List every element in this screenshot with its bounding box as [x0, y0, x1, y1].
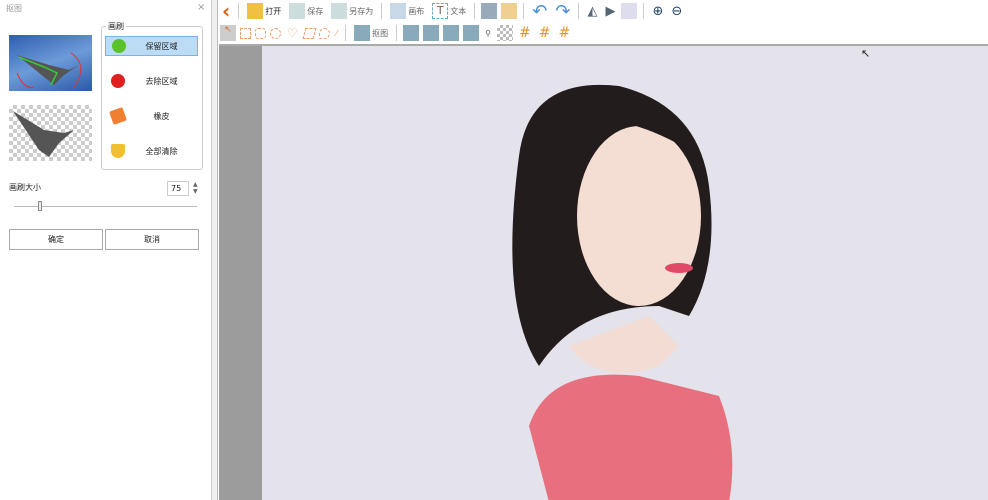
- eraser-tool-icon[interactable]: [621, 3, 638, 19]
- lasso-select-icon[interactable]: [318, 27, 330, 39]
- red-eye-icon[interactable]: ⚲: [483, 29, 493, 38]
- brush-size-label: 画刷大小: [9, 183, 41, 192]
- ellipse-select-icon[interactable]: [270, 27, 281, 39]
- divider: [396, 25, 398, 41]
- divider: [381, 3, 383, 19]
- grid-3-icon[interactable]: #: [556, 25, 572, 41]
- cutout-panel: 抠图 × 画刷 保留区域 去除区域 橡皮 全部清除 画刷大小 75 ▲ ▼ 确定 …: [0, 0, 212, 500]
- divider: [578, 3, 580, 19]
- tool-label: 橡皮: [153, 111, 170, 121]
- save-as-icon: [331, 3, 348, 19]
- tool-label: 保留区域: [145, 41, 178, 51]
- cancel-button[interactable]: 取消: [105, 229, 199, 250]
- keep-area-tool[interactable]: 保留区域: [105, 36, 198, 56]
- open-button[interactable]: 打开: [245, 3, 283, 19]
- save-button[interactable]: 保存: [287, 3, 325, 19]
- red-dot-icon: [111, 74, 125, 88]
- label: 保存: [307, 6, 324, 16]
- panel-title: 抠图: [6, 4, 22, 13]
- result-preview: [9, 105, 92, 161]
- image-tool-2-icon[interactable]: [423, 25, 440, 41]
- divider: [238, 3, 240, 19]
- eraser-tool[interactable]: 橡皮: [105, 106, 198, 126]
- save-as-button[interactable]: 另存为: [329, 3, 375, 19]
- remove-area-tool[interactable]: 去除区域: [105, 71, 198, 91]
- text-icon: T: [432, 3, 449, 19]
- grid-2-icon[interactable]: #: [537, 25, 553, 41]
- broom-icon: [111, 144, 125, 158]
- divider: [523, 3, 525, 19]
- brush-size-spinner[interactable]: ▲ ▼: [193, 181, 198, 195]
- image-tool-3-icon[interactable]: [443, 25, 460, 41]
- main-toolbar: ‹ 打开 保存 另存为 画布 T 文本 ↶ ↷ ◭ ▶ ⊕ ⊖: [220, 0, 684, 23]
- label: 画布: [408, 6, 425, 16]
- green-dot-icon: [112, 39, 126, 53]
- cutout-icon: [354, 25, 371, 41]
- label: 打开: [265, 6, 282, 16]
- close-icon[interactable]: ×: [197, 2, 205, 13]
- tool-label: 去除区域: [145, 76, 178, 86]
- canvas-icon: [390, 3, 407, 19]
- label: 文本: [450, 6, 467, 16]
- zoom-in-icon[interactable]: ⊕: [650, 4, 665, 19]
- save-icon: [289, 3, 306, 19]
- selection-toolbar: ↖ ♡ ⁄ 抠图 ⚲ # # #: [220, 22, 572, 44]
- canvas-button[interactable]: 画布: [388, 3, 426, 19]
- tool-label: 全部清除: [145, 146, 178, 156]
- panel-divider[interactable]: [212, 0, 218, 500]
- label: 抠图: [372, 28, 389, 38]
- slider-thumb[interactable]: [37, 201, 42, 211]
- brush-group-label: 画刷: [106, 21, 126, 32]
- rounded-rect-select-icon[interactable]: [255, 27, 266, 39]
- original-preview: [9, 35, 92, 91]
- undo-icon[interactable]: ↶: [530, 1, 549, 22]
- cutout-button[interactable]: 抠图: [352, 25, 390, 41]
- brush-size-input[interactable]: 75: [167, 181, 189, 196]
- clear-all-tool[interactable]: 全部清除: [105, 141, 198, 161]
- divider: [643, 3, 645, 19]
- flip-vertical-icon[interactable]: ▶: [603, 4, 617, 19]
- polygon-select-icon[interactable]: [302, 27, 317, 39]
- mail-icon[interactable]: [501, 3, 518, 19]
- divider: [474, 3, 476, 19]
- flip-horizontal-icon[interactable]: ◭: [585, 4, 599, 19]
- back-button[interactable]: ‹: [220, 0, 232, 23]
- image-canvas[interactable]: [219, 44, 988, 500]
- heart-select-icon[interactable]: ♡: [285, 26, 300, 40]
- ok-button[interactable]: 确定: [9, 229, 103, 250]
- grid-1-icon[interactable]: #: [517, 25, 533, 41]
- print-icon[interactable]: [481, 3, 498, 19]
- redo-icon[interactable]: ↷: [553, 1, 572, 22]
- magic-wand-icon[interactable]: ⁄: [334, 29, 339, 38]
- pointer-icon[interactable]: ↖: [220, 25, 236, 41]
- mouse-cursor-icon: ↖: [861, 47, 871, 60]
- folder-icon: [247, 3, 264, 19]
- text-button[interactable]: T 文本: [430, 3, 468, 19]
- label: 另存为: [349, 6, 374, 16]
- mosaic-icon[interactable]: [496, 25, 513, 41]
- image-tool-1-icon[interactable]: [403, 25, 420, 41]
- divider: [345, 25, 347, 41]
- zoom-out-icon[interactable]: ⊖: [669, 4, 684, 19]
- portrait-photo: [512, 84, 733, 500]
- rect-select-icon[interactable]: [240, 27, 251, 39]
- image-tool-4-icon[interactable]: [463, 25, 480, 41]
